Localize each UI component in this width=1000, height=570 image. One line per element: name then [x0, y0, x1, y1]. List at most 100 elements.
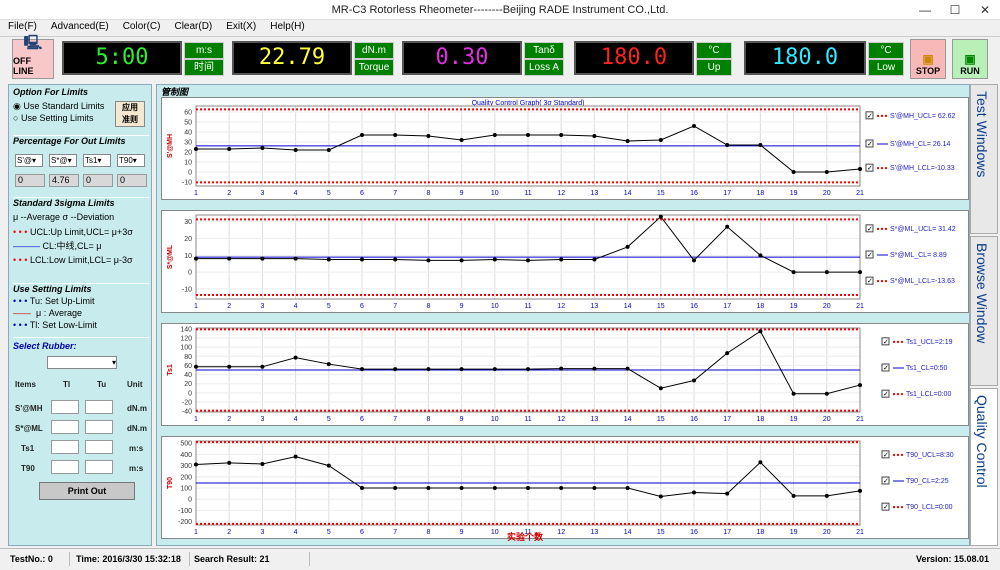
maximize-button[interactable]: ☐: [940, 0, 970, 20]
ml-tl-input[interactable]: [51, 420, 79, 434]
x-tick-label: 18: [757, 190, 765, 197]
radio-empty-icon: ○: [13, 113, 19, 123]
data-point: [559, 257, 564, 262]
data-point: [260, 461, 265, 466]
y-tick-label: 80: [184, 354, 192, 361]
t90-tl-input[interactable]: [51, 460, 79, 474]
pct-select-1[interactable]: S'@▾: [15, 154, 43, 167]
data-point: [692, 124, 696, 128]
pct-select-3[interactable]: Ts1▾: [83, 154, 111, 167]
print-out-button[interactable]: Print Out: [39, 482, 135, 500]
data-point: [824, 493, 829, 498]
data-point: [326, 148, 331, 152]
pct-select-2[interactable]: S*@▾: [49, 154, 77, 167]
y-tick-label: 40: [184, 372, 192, 379]
x-tick-label: 9: [460, 416, 464, 423]
x-tick-label: 10: [491, 190, 499, 197]
x-tick-label: 15: [657, 529, 665, 536]
data-point: [426, 258, 431, 263]
menu-color[interactable]: Color(C): [123, 20, 161, 36]
apply-rule-button[interactable]: 应用 准则: [115, 101, 145, 127]
x-tick-label: 6: [360, 303, 364, 310]
tu-header: Tu: [97, 380, 107, 389]
check-icon: ✓: [883, 503, 889, 511]
data-point: [360, 367, 364, 372]
tl-text: Tl: Set Low-Limit: [29, 320, 97, 330]
x-tick-label: 1: [194, 303, 198, 310]
tab-quality-control[interactable]: Quality Control: [970, 388, 998, 546]
menu-clear[interactable]: Clear(D): [174, 20, 212, 36]
ts1-tu-input[interactable]: [85, 440, 113, 454]
x-tick-label: 8: [426, 529, 430, 536]
data-point: [293, 148, 298, 152]
up-temp-label: Up: [696, 59, 732, 76]
data-point: [526, 486, 530, 491]
ml-tu-input[interactable]: [85, 420, 113, 434]
rubber-select[interactable]: ▾: [47, 356, 117, 369]
menu-advanced[interactable]: Advanced(E): [51, 20, 109, 36]
data-point: [526, 133, 530, 137]
x-tick-label: 11: [524, 416, 531, 423]
percentage-title: Percentage For Out Limits: [13, 136, 126, 146]
y-tick-label: -10: [182, 286, 192, 293]
mh-tu-input[interactable]: [85, 400, 113, 414]
chart-x-label: 实验个数: [507, 532, 544, 542]
time-unit: m:s: [184, 42, 224, 59]
data-point: [459, 367, 464, 372]
menu-exit[interactable]: Exit(X): [226, 20, 256, 36]
data-point: [858, 488, 862, 493]
y-tick-label: 10: [184, 253, 192, 260]
x-tick-label: 19: [790, 416, 798, 423]
x-tick-label: 15: [657, 303, 665, 310]
t90-tu-input[interactable]: [85, 460, 113, 474]
y-axis-label: S'@MH: [167, 134, 174, 158]
data-point: [459, 258, 464, 263]
data-point: [293, 256, 298, 261]
x-tick-label: 7: [393, 190, 397, 197]
x-tick-label: 19: [790, 529, 798, 536]
data-point: [858, 167, 862, 171]
data-point: [426, 134, 431, 138]
data-point: [393, 133, 398, 137]
mh-chart: Quality Control Graph( 3σ Standard)1 2 3 4 5…: [167, 100, 956, 197]
pct-select-4[interactable]: T90▾: [117, 154, 145, 167]
x-tick-label: 2: [227, 190, 231, 197]
tab-browse-window-label: Browse Window: [974, 243, 990, 344]
legend-label: S*@ML_LCL=-13.63: [890, 278, 955, 285]
data-point: [393, 367, 398, 372]
x-tick-label: 13: [591, 303, 599, 310]
minimize-button[interactable]: —: [910, 0, 940, 20]
data-point: [592, 366, 597, 371]
check-icon: ✓: [883, 364, 889, 372]
ts1-tl-input[interactable]: [51, 440, 79, 454]
x-tick-label: 12: [557, 303, 565, 310]
close-button[interactable]: ✕: [970, 0, 1000, 20]
tab-browse-window[interactable]: Browse Window: [970, 236, 998, 386]
data-point: [426, 486, 431, 491]
stop-button[interactable]: ▣ STOP: [910, 39, 946, 79]
x-tick-label: 20: [823, 529, 831, 536]
status-bar: TestNo.: 0 Time: 2016/3/30 15:32:18 Sear…: [0, 548, 1000, 570]
run-button[interactable]: ▣ RUN: [952, 39, 988, 79]
menu-help[interactable]: Help(H): [270, 20, 304, 36]
legend-label: T90_UCL=8:30: [906, 452, 954, 459]
y-tick-label: 20: [184, 236, 192, 243]
pct-value-2: 4.76: [49, 174, 79, 187]
up-temp-unit: °C: [696, 42, 732, 59]
computer-icon: 🖳: [23, 34, 43, 50]
mu-text: μ : Average: [36, 308, 83, 318]
data-point: [559, 366, 564, 371]
tab-test-windows[interactable]: Test Windows: [970, 84, 998, 234]
data-point: [824, 270, 829, 275]
mh-tl-input[interactable]: [51, 400, 79, 414]
data-point: [459, 486, 464, 491]
data-point: [658, 494, 663, 499]
title-bar: MR-C3 Rotorless Rheometer--------Beijing…: [0, 0, 1000, 20]
data-point: [360, 257, 364, 262]
row-item-label: S'@MH: [15, 404, 43, 413]
data-point: [526, 258, 530, 263]
offline-button[interactable]: 🖳 OFF LINE: [12, 34, 54, 79]
data-point: [559, 133, 564, 137]
data-point: [625, 366, 630, 371]
legend-label: S'@MH_CL= 26.14: [890, 141, 950, 148]
